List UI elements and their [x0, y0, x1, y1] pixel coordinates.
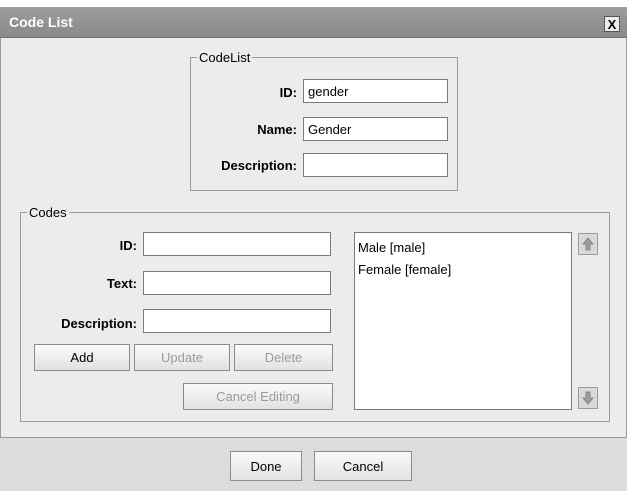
- background-window-strip: [0, 0, 627, 7]
- codelist-name-field[interactable]: [303, 117, 448, 141]
- code-id-label: ID:: [119, 238, 137, 253]
- list-item[interactable]: Female [female]: [358, 259, 568, 281]
- code-description-label: Description:: [61, 316, 137, 331]
- move-up-button[interactable]: [578, 233, 598, 255]
- add-code-button[interactable]: Add: [34, 344, 130, 371]
- arrow-down-icon: [582, 391, 594, 405]
- arrow-up-icon: [582, 237, 594, 251]
- codelist-description-label: Description:: [221, 158, 297, 173]
- done-button[interactable]: Done: [230, 451, 302, 481]
- code-id-field[interactable]: [143, 232, 331, 256]
- codes-list[interactable]: Male [male] Female [female]: [354, 232, 572, 410]
- title-bar[interactable]: Code List X: [0, 7, 627, 38]
- codelist-description-field[interactable]: [303, 153, 448, 177]
- update-code-button[interactable]: Update: [134, 344, 230, 371]
- cancel-editing-button[interactable]: Cancel Editing: [183, 383, 333, 410]
- codes-legend: Codes: [29, 205, 67, 220]
- close-button[interactable]: X: [604, 16, 620, 32]
- dialog-body: CodeList ID: Name: Description: Codes ID…: [0, 38, 627, 437]
- move-down-button[interactable]: [578, 387, 598, 409]
- code-text-label: Text:: [106, 276, 137, 291]
- cancel-button[interactable]: Cancel: [314, 451, 412, 481]
- codelist-id-field[interactable]: [303, 79, 448, 103]
- window-title: Code List: [9, 14, 73, 30]
- dialog-footer: Done Cancel: [0, 437, 627, 491]
- list-item[interactable]: Male [male]: [358, 237, 568, 259]
- codelist-name-label: Name:: [257, 122, 297, 137]
- code-text-field[interactable]: [143, 271, 331, 295]
- code-description-field[interactable]: [143, 309, 331, 333]
- codelist-legend: CodeList: [199, 50, 251, 65]
- delete-code-button[interactable]: Delete: [234, 344, 333, 371]
- codelist-id-label: ID:: [279, 85, 297, 100]
